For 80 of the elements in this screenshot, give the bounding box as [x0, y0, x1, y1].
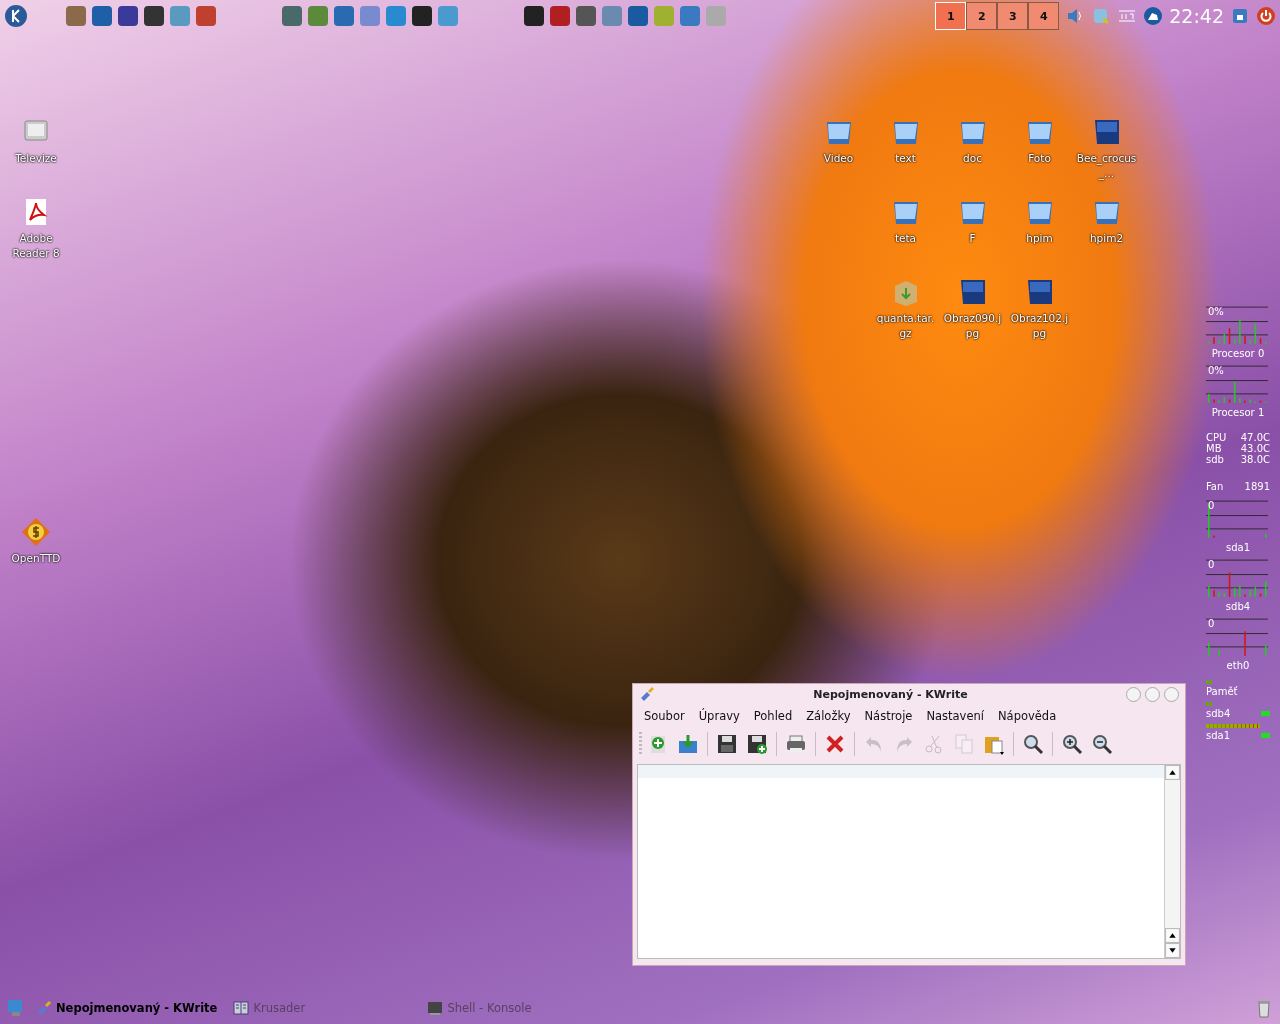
meter-label: sdb4	[1206, 708, 1231, 719]
load-graph	[1206, 618, 1268, 658]
graph-scale-label: 0	[1208, 559, 1215, 570]
graph-caption: eth0	[1225, 660, 1251, 671]
zoom-out-icon	[1091, 733, 1113, 755]
icon-label[interactable]: text	[895, 151, 916, 166]
load-graph	[1206, 500, 1268, 540]
sensor-value: 38.0C	[1240, 454, 1270, 465]
lock-icon[interactable]	[1230, 6, 1250, 26]
graph-caption: sda1	[1224, 542, 1252, 553]
sensor-value: 1891	[1244, 481, 1270, 492]
printer-icon	[785, 733, 807, 755]
close-icon	[824, 733, 846, 755]
menu-item[interactable]: Nápověda	[991, 706, 1064, 726]
load-graph	[1206, 559, 1268, 599]
scroll-up-button[interactable]	[1165, 765, 1180, 780]
load-graph	[1206, 365, 1268, 405]
dollar-sign-icon[interactable]	[20, 516, 52, 548]
icon-label[interactable]: doc	[963, 151, 982, 166]
zoom-in-icon	[1061, 733, 1083, 755]
icon-label[interactable]: Obraz090.jpg	[940, 311, 1005, 341]
clock[interactable]: 22:42	[1169, 5, 1224, 27]
graph-scale-label: 0	[1208, 618, 1215, 629]
sensor-value: 43.0C	[1240, 443, 1270, 454]
meter-label: Paměť	[1206, 686, 1238, 697]
window-title: Nepojmenovaný - KWrite	[812, 687, 969, 701]
copy-icon	[953, 733, 975, 755]
graph-caption: sdb4	[1224, 601, 1252, 612]
taskbar-button[interactable]: Nepojmenovaný - KWrite	[30, 997, 224, 1019]
desktop-pager-button[interactable]: 4	[1028, 2, 1060, 30]
two-panel-icon	[233, 1000, 250, 1016]
load-graph	[1206, 306, 1268, 346]
minimize-button[interactable]	[1126, 686, 1141, 702]
scroll-up-button[interactable]	[1165, 928, 1180, 943]
desktop-pager-button[interactable]: 3	[997, 2, 1029, 30]
toolbar-grip[interactable]	[639, 732, 642, 756]
icon-label[interactable]: F	[969, 231, 976, 246]
maximize-button[interactable]	[1145, 686, 1160, 702]
power-icon[interactable]	[1256, 6, 1276, 26]
graph-scale-label: 0%	[1208, 306, 1224, 317]
scissors-icon	[923, 733, 945, 755]
icon-label[interactable]: hpim2	[1089, 231, 1124, 246]
taskbar-button[interactable]: Shell - Konsole	[421, 997, 612, 1019]
icon-label[interactable]: Obraz102.jpg	[1007, 311, 1072, 341]
icon-label[interactable]: teta	[894, 231, 917, 246]
sensor-name: Fan	[1206, 481, 1224, 492]
graph-scale-label: 0%	[1208, 365, 1224, 376]
icon-label[interactable]: Video	[823, 151, 854, 166]
graph-caption: Procesor 1	[1210, 407, 1266, 418]
icon-label[interactable]: Televize	[15, 151, 57, 166]
vertical-scrollbar[interactable]	[1164, 765, 1180, 958]
taskbar-button[interactable]: Krusader	[227, 997, 418, 1019]
meter-label: sda1	[1206, 730, 1231, 741]
clipboard-icon[interactable]	[1091, 6, 1112, 26]
download-folder-icon	[677, 733, 699, 755]
icon-label[interactable]: OpenTTD	[11, 551, 61, 566]
sensor-name: sdb	[1206, 454, 1224, 465]
sensor-name: MB	[1206, 443, 1222, 454]
floppy-disk-plus-icon	[746, 733, 768, 755]
menu-item[interactable]: Pohled	[746, 706, 800, 726]
icon-label[interactable]: quanta.tar.gz	[873, 311, 938, 341]
menu-item[interactable]: Úpravy	[691, 706, 747, 726]
menu-item[interactable]: Soubor	[637, 706, 692, 726]
icon-label[interactable]: hpim	[1026, 231, 1053, 246]
terminal-icon	[427, 1000, 444, 1016]
graph-caption: Procesor 0	[1210, 348, 1266, 359]
graph-scale-label: 0	[1208, 500, 1215, 511]
menu-item[interactable]: Nastavení	[919, 706, 991, 726]
menu-icon[interactable]	[4, 4, 28, 28]
icon-label[interactable]: Foto	[1028, 151, 1051, 166]
sensor-name: CPU	[1206, 432, 1227, 443]
scroll-down-button[interactable]	[1165, 943, 1180, 958]
desktop-pager-button[interactable]: 2	[966, 2, 998, 30]
sensor-value: 47.0C	[1240, 432, 1270, 443]
menu-item[interactable]: Záložky	[799, 706, 858, 726]
search-icon	[1022, 733, 1044, 755]
menu-item[interactable]: Nástroje	[857, 706, 920, 726]
desktop-pager-button[interactable]: 1	[935, 2, 967, 30]
icon-label[interactable]: Adobe Reader 8	[4, 231, 68, 261]
icon-label[interactable]: Bee_crocus_...	[1074, 151, 1139, 181]
